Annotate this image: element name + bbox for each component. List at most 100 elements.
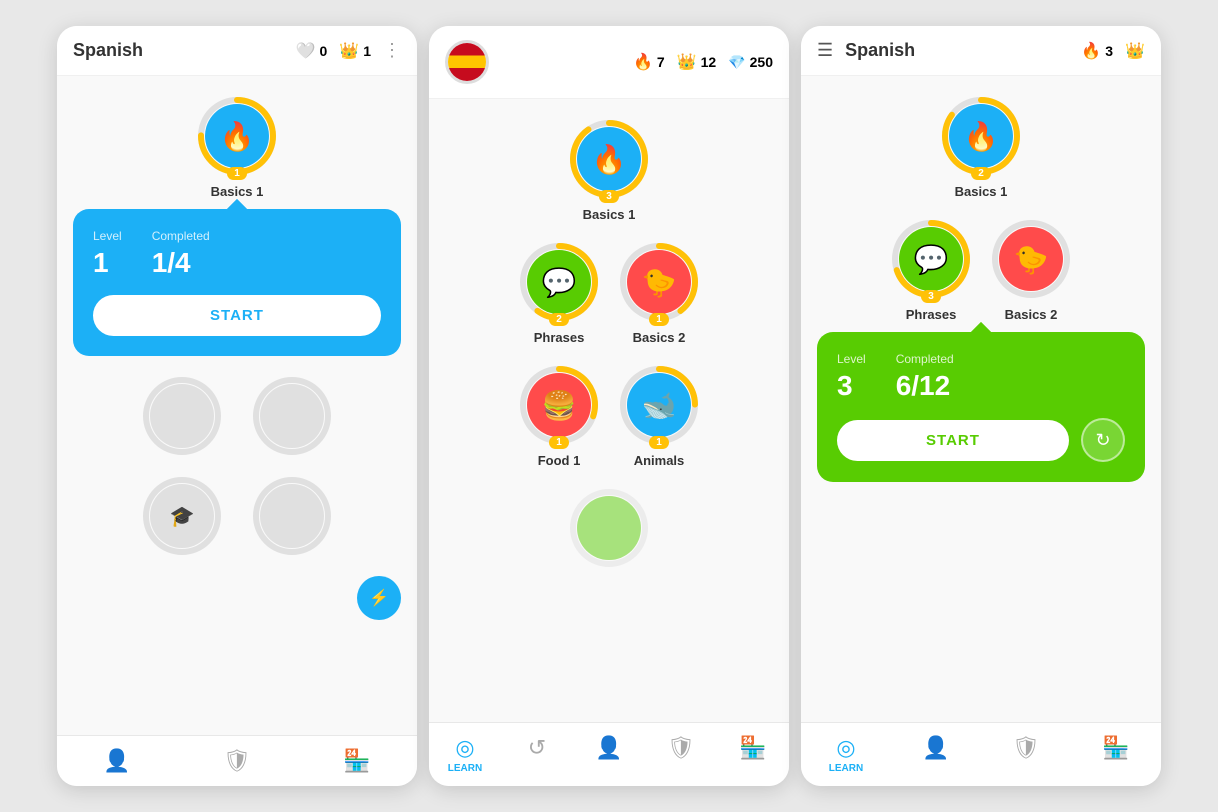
- nav-learn-label-3: Learn: [829, 763, 863, 774]
- nav-shop-1[interactable]: 🏪: [297, 744, 417, 778]
- popup-stats-1: Level 1 Completed 1/4: [93, 229, 381, 279]
- skill-label-basics1-s3: Basics 1: [955, 184, 1008, 199]
- crowns-value-2: 12: [701, 54, 717, 70]
- skill-label-animals-s2: Animals: [634, 453, 685, 468]
- bottom-nav-1: 👤 🛡 🏪: [57, 735, 417, 786]
- gems-value-2: 250: [750, 54, 773, 70]
- locked-row2-1: 🎓: [73, 476, 401, 556]
- popup-level-label-3: Level: [837, 352, 866, 366]
- skill-icon-phrases-s3: 💬: [914, 243, 949, 276]
- skill-basics1-s3[interactable]: 🔥 2 Basics 1: [817, 96, 1145, 199]
- skill-label-phrases-s2: Phrases: [534, 330, 585, 345]
- popup-level-value-1: 1: [93, 247, 122, 279]
- skill-basics1-s1[interactable]: 🔥 1 Basics 1: [73, 96, 401, 199]
- locked-skill-2b: [252, 476, 332, 556]
- skill-circle-food1-s2: 🍔 1: [519, 365, 599, 445]
- skill-phrases-s3[interactable]: 💬 3 Phrases: [891, 219, 971, 322]
- skill-icon-basics1-s1: 🔥: [220, 120, 255, 153]
- skill-inner-animals-s2: 🐋: [627, 373, 691, 437]
- skill-icon-basics1-s2: 🔥: [592, 143, 627, 176]
- nav-profile-1[interactable]: 👤: [57, 744, 177, 778]
- nav-learn-icon-2: ◎: [455, 735, 474, 761]
- skill-animals-s2[interactable]: 🐋 1 Animals: [619, 365, 699, 468]
- nav-profile-icon-1: 👤: [103, 748, 130, 774]
- hamburger-icon-3[interactable]: ☰: [817, 40, 833, 61]
- hearts-value-3: 3: [1105, 43, 1113, 59]
- gems-stat-2: 💎 250: [728, 54, 773, 71]
- skill-basics1-s2[interactable]: 🔥 3 Basics 1: [445, 119, 773, 222]
- strength-btn-container: ⚡: [73, 576, 401, 620]
- nav-shop-icon-3: 🏪: [1102, 735, 1129, 761]
- skill-inner-basics2-s3: 🐤: [999, 227, 1063, 291]
- skill-basics2-s3[interactable]: 🐤 Basics 2: [991, 219, 1071, 322]
- badge-animals-s2: 1: [649, 436, 669, 449]
- crowns-stat-2: 👑 12: [677, 52, 717, 72]
- popup-row-3: START ↻: [837, 418, 1125, 462]
- start-button-3[interactable]: START: [837, 420, 1069, 461]
- refresh-button-3[interactable]: ↻: [1081, 418, 1125, 462]
- hearts-stat-1: 🤍 0: [296, 41, 328, 61]
- skill-label-basics2-s3: Basics 2: [1005, 307, 1058, 322]
- popup-completed-3: Completed 6/12: [896, 352, 954, 402]
- skill-food1-s2[interactable]: 🍔 1 Food 1: [519, 365, 599, 468]
- nav-shop-icon-2: 🏪: [739, 735, 766, 761]
- popup-completed-label-3: Completed: [896, 352, 954, 366]
- nav-shop-2[interactable]: 🏪: [717, 731, 789, 778]
- popup-level-label-1: Level: [93, 229, 122, 243]
- badge-basics1-s1: 1: [227, 167, 247, 180]
- nav-shield-1[interactable]: 🛡: [177, 744, 297, 778]
- skill-label-basics1-s1: Basics 1: [211, 184, 264, 199]
- skills-row1-s2: 💬 2 Phrases 🐤 1: [445, 242, 773, 345]
- nav-profile-2[interactable]: 👤: [573, 731, 645, 778]
- skills-row2-s2: 🍔 1 Food 1 🐋 1: [445, 365, 773, 468]
- skill-inner-basics2-s2: 🐤: [627, 250, 691, 314]
- badge-basics2-s2: 1: [649, 313, 669, 326]
- crown-icon-1: 👑: [339, 41, 359, 61]
- scroll-content-1: 🔥 1 Basics 1 Level 1 Completed 1/4: [57, 76, 417, 735]
- nav-learn-3[interactable]: ◎ Learn: [801, 731, 891, 778]
- scroll-content-3: 🔥 2 Basics 1 💬: [801, 76, 1161, 722]
- nav-profile-icon-3: 👤: [922, 735, 949, 761]
- nav-practice-2[interactable]: ↺: [501, 731, 573, 778]
- popup-completed-1: Completed 1/4: [152, 229, 210, 279]
- strength-button-1[interactable]: ⚡: [357, 576, 401, 620]
- nav-learn-2[interactable]: ◎ LEARN: [429, 731, 501, 778]
- skill-circle-basics2-s2: 🐤 1: [619, 242, 699, 322]
- nav-shield-3[interactable]: 🛡: [981, 731, 1071, 778]
- nav-shield-2[interactable]: 🛡: [645, 731, 717, 778]
- skill-basics2-s2[interactable]: 🐤 1 Basics 2: [619, 242, 699, 345]
- skill-label-basics1-s2: Basics 1: [583, 207, 636, 222]
- crowns-value-1: 1: [363, 43, 371, 59]
- phone-screen-3: ☰ Spanish 🔥 3 👑 🔥: [801, 26, 1161, 786]
- nav-shop-3[interactable]: 🏪: [1071, 731, 1161, 778]
- header-title-1: Spanish: [73, 40, 284, 61]
- locked-row-s2: [445, 488, 773, 568]
- nav-shield-icon-2: 🛡: [667, 735, 695, 761]
- locked-skill-1b: [252, 376, 332, 456]
- nav-learn-icon-3: ◎: [836, 735, 855, 761]
- skills-row1-s3: 💬 3 Phrases 🐤 Basics: [817, 219, 1145, 322]
- nav-shield-icon-3: 🛡: [1012, 735, 1040, 761]
- locked-inner-2b: [260, 484, 324, 548]
- popup-completed-value-3: 6/12: [896, 370, 954, 402]
- nav-shield-icon-1: 🛡: [223, 748, 251, 774]
- skill-icon-basics2-s2: 🐤: [642, 266, 677, 299]
- skill-circle-basics1-s3: 🔥 2: [941, 96, 1021, 176]
- skill-inner-basics1-s3: 🔥: [949, 104, 1013, 168]
- nav-profile-3[interactable]: 👤: [891, 731, 981, 778]
- skill-label-basics2-s2: Basics 2: [633, 330, 686, 345]
- skill-phrases-s2[interactable]: 💬 2 Phrases: [519, 242, 599, 345]
- flame-icon-2: 🔥: [633, 52, 653, 72]
- locked-inner-1a: [150, 384, 214, 448]
- popup-card-blue-1: Level 1 Completed 1/4 START: [73, 209, 401, 356]
- skill-icon-basics1-s3: 🔥: [964, 120, 999, 153]
- start-button-1[interactable]: START: [93, 295, 381, 336]
- hearts-stat-3: 🔥 3: [1081, 41, 1113, 61]
- skill-icon-animals-s2: 🐋: [642, 389, 677, 422]
- popup-completed-value-1: 1/4: [152, 247, 210, 279]
- badge-phrases-s2: 2: [549, 313, 569, 326]
- popup-card-green-3: Level 3 Completed 6/12 START ↻: [817, 332, 1145, 482]
- skill-circle-phrases-s3: 💬 3: [891, 219, 971, 299]
- menu-dots-1[interactable]: ⋮: [383, 40, 401, 61]
- popup-level-value-3: 3: [837, 370, 866, 402]
